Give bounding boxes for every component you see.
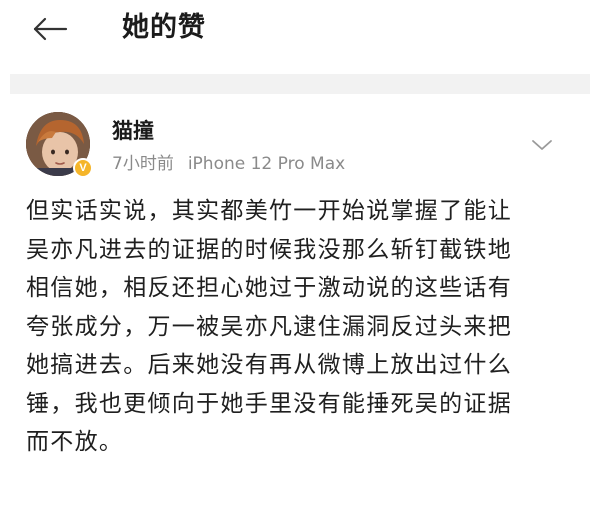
chevron-down-icon [532,140,552,150]
author-name[interactable]: 猫撞 [112,116,154,146]
arrow-left-icon [33,17,68,41]
post-content-line: 而不放。 [26,429,124,455]
post-menu-button[interactable] [528,134,556,156]
post-content-line: 相信她，相反还担心她过于激动说的这些话有 [26,275,512,301]
post-card: V 猫撞 7小时前 iPhone 12 Pro Max 但实话实说，其实都美竹一开… [0,94,594,519]
post-content-line: 她搞进去。后来她没有再从微博上放出过什么 [26,352,512,378]
post-time: 7小时前 [112,154,174,174]
post-content-line: 锤，我也更倾向于她手里没有能捶死吴的证据 [26,390,512,417]
page-title: 她的赞 [122,12,206,43]
back-button[interactable] [28,14,72,44]
post-content-line: 吴亦凡进去的证据的时候我没那么斩钉截铁地 [26,236,512,263]
post-meta: 7小时前 iPhone 12 Pro Max [112,152,345,176]
top-bar: 她的赞 [0,0,594,74]
post-content: 但实话实说，其实都美竹一开始说掌握了能让 吴亦凡进去的证据的时候我没那么斩钉截铁… [26,192,578,462]
post-content-line: 夸张成分，万一被吴亦凡逮住漏洞反过头来把 [26,313,512,340]
vip-badge-icon: V [73,158,93,178]
post-device: iPhone 12 Pro Max [187,154,346,174]
section-divider [10,74,590,94]
post-content-line: 但实话实说，其实都美竹一开始说掌握了能让 [26,198,512,224]
